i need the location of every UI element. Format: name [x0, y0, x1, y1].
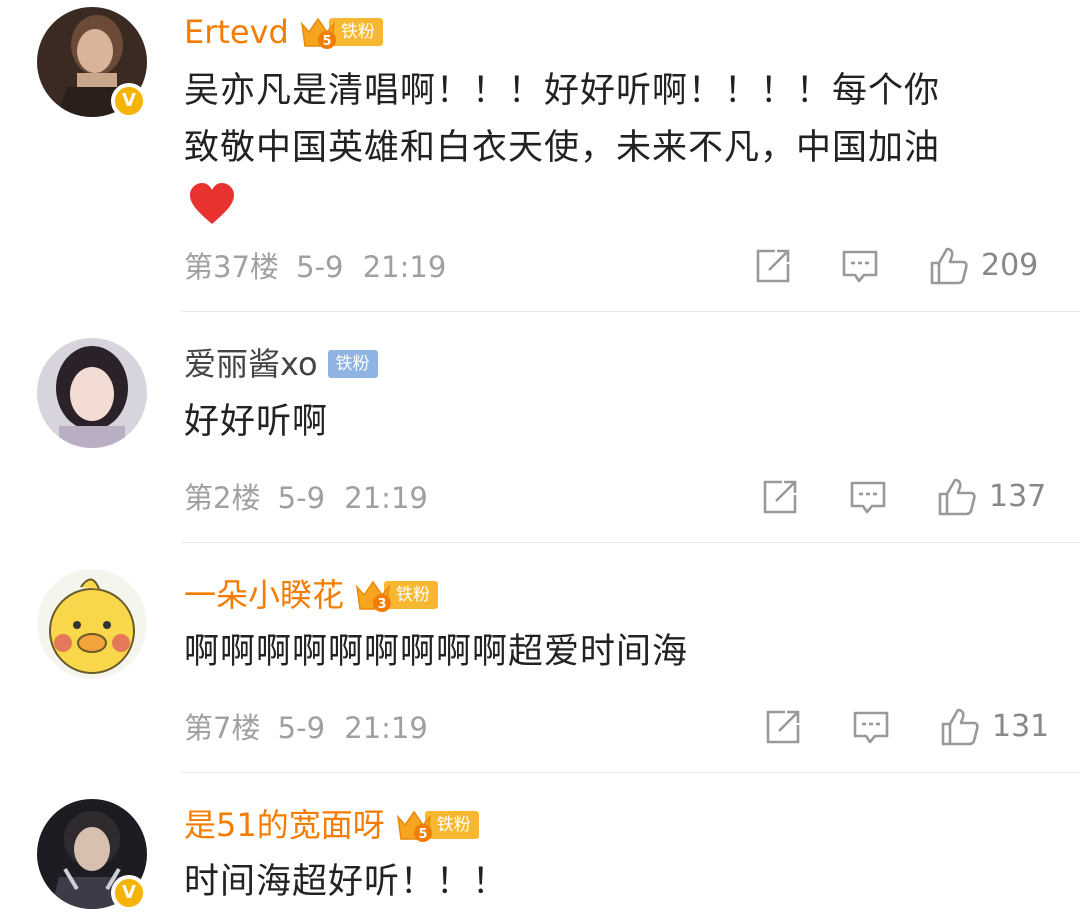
comment-meta: 第2楼 5-9 21:19 — [184, 478, 428, 518]
fan-badge-label: 铁粉 — [424, 811, 479, 839]
fan-badge-label: 铁粉 — [384, 581, 439, 609]
comment-time: 21:19 — [362, 250, 447, 284]
reply-button[interactable] — [842, 250, 878, 284]
crown-icon: 5 — [396, 810, 432, 842]
divider — [182, 311, 1080, 312]
divider — [182, 542, 1080, 543]
username[interactable]: Ertevd — [184, 12, 289, 52]
thumbs-up-icon — [941, 708, 979, 746]
comment-date: 5-9 — [277, 711, 326, 745]
like-button[interactable]: 209 — [929, 246, 1038, 286]
comment-icon — [853, 711, 889, 744]
like-button[interactable]: 137 — [937, 477, 1046, 517]
share-icon — [763, 480, 797, 514]
comment-text-line: 啊啊啊啊啊啊啊啊啊超爱时间海 — [184, 632, 689, 672]
like-count: 131 — [992, 709, 1050, 744]
floor-number: 第2楼 — [184, 481, 261, 515]
divider — [182, 772, 1080, 773]
comment-date: 5-9 — [296, 250, 344, 284]
fan-badge[interactable]: 3 铁粉 — [354, 579, 439, 612]
comment-text-line: 吴亦凡是清唱啊！！！好好听啊！！！！每个你 — [184, 71, 941, 111]
comment-time: 21:19 — [344, 711, 428, 745]
fan-badge[interactable]: 铁粉 — [327, 348, 378, 380]
svg-text:3: 3 — [377, 597, 386, 612]
comment-date: 5-9 — [277, 481, 326, 515]
thumbs-up-icon — [938, 478, 976, 516]
reply-button[interactable] — [850, 481, 886, 515]
svg-text:5: 5 — [322, 34, 331, 49]
username[interactable]: 是51的宽面呀 — [184, 805, 385, 845]
fan-badge-label: 铁粉 — [327, 350, 378, 378]
floor-number: 第7楼 — [184, 711, 261, 745]
avatar[interactable] — [37, 569, 147, 679]
like-button[interactable]: 131 — [940, 707, 1049, 747]
crown-icon: 5 — [300, 17, 336, 49]
comment-icon — [850, 481, 886, 514]
username[interactable]: 爱丽酱xo — [184, 344, 318, 384]
like-count: 209 — [981, 248, 1039, 283]
comment-text-line: 好好听啊 — [184, 402, 329, 442]
floor-number: 第37楼 — [184, 250, 279, 284]
comment-meta: 第37楼 5-9 21:19 — [184, 247, 446, 287]
share-button[interactable] — [755, 248, 791, 284]
comment-text-line: 时间海超好听！！！ — [184, 862, 509, 902]
heart-emoji-icon — [190, 183, 234, 224]
thumbs-up-icon — [930, 247, 968, 285]
username[interactable]: 一朵小睽花 — [184, 575, 344, 615]
avatar[interactable] — [37, 338, 147, 448]
fan-badge-label: 铁粉 — [328, 18, 383, 46]
share-button[interactable] — [762, 479, 798, 515]
share-icon — [766, 710, 800, 744]
reply-button[interactable] — [853, 711, 889, 745]
share-button[interactable] — [765, 709, 801, 745]
like-count: 137 — [989, 479, 1047, 514]
fan-badge[interactable]: 5 铁粉 — [395, 809, 479, 842]
share-icon — [756, 249, 790, 283]
comment-icon — [842, 250, 878, 283]
verified-badge-icon: V — [111, 83, 147, 119]
comment-meta: 第7楼 5-9 21:19 — [184, 708, 428, 748]
verified-badge-icon: V — [111, 875, 147, 911]
comment-text-line: 致敬中国英雄和白衣天使，未来不凡，中国加油 — [184, 128, 941, 168]
svg-text:5: 5 — [418, 827, 427, 842]
crown-icon: 3 — [355, 580, 392, 612]
fan-badge[interactable]: 5 铁粉 — [299, 16, 383, 49]
comment-time: 21:19 — [344, 481, 428, 515]
